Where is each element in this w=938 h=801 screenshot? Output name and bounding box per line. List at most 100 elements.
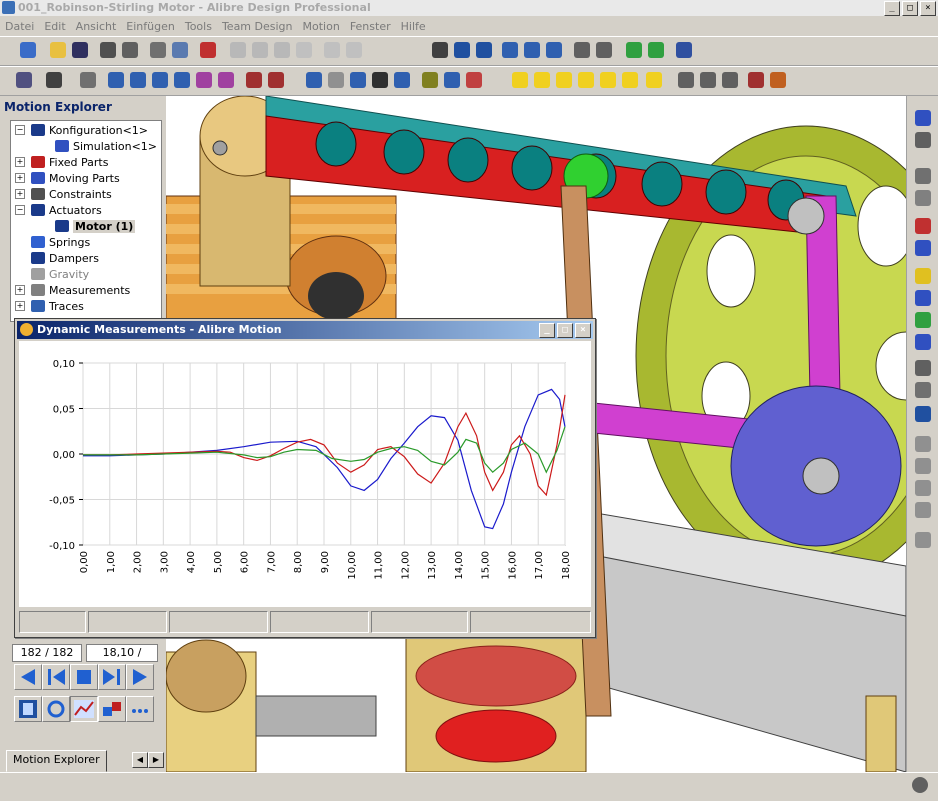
function-tool-icon[interactable] [915,360,931,376]
pan-icon[interactable] [454,42,470,58]
orient-icon[interactable] [152,72,168,88]
tree-item-traces[interactable]: Traces [31,298,84,314]
expand-moving-parts-icon[interactable]: + [15,173,25,183]
tree-item-moving-parts[interactable]: Moving Parts [31,170,120,186]
view-back-icon[interactable] [534,72,550,88]
dialog-maximize-button[interactable]: □ [557,323,573,338]
axis-icon[interactable] [350,72,366,88]
loop-button[interactable] [42,696,70,722]
gravity-tool-icon[interactable] [915,382,931,398]
tree-item-fixed-parts[interactable]: Fixed Parts [31,154,108,170]
tab-scroll-right-icon[interactable]: ▶ [148,752,164,768]
copy-icon[interactable] [252,42,268,58]
measure-icon[interactable] [422,72,438,88]
tree-item-measurements[interactable]: Measurements [31,282,130,298]
rotate-icon[interactable] [476,42,492,58]
record-video-button[interactable] [14,696,42,722]
section-icon[interactable] [466,72,482,88]
save-icon[interactable] [72,42,88,58]
view-cube-icon[interactable] [46,72,62,88]
tree-item-simulation[interactable]: Simulation<1> [55,138,157,154]
tree-item-constraints[interactable]: Constraints [31,186,112,202]
step-forward-button[interactable] [98,664,126,690]
menu-tools[interactable]: Tools [180,20,217,33]
measure-tool-icon[interactable] [915,406,931,422]
expand-measurements-icon[interactable]: + [15,285,25,295]
assembly-icon[interactable] [16,72,32,88]
zoom-window-icon[interactable] [524,42,540,58]
menu-datei[interactable]: Datei [0,20,39,33]
help-tool-icon[interactable] [915,532,931,548]
next-view-icon[interactable] [596,42,612,58]
cut-icon[interactable] [230,42,246,58]
new-icon[interactable] [20,42,36,58]
view-iso-icon[interactable] [646,72,662,88]
body-tool-icon[interactable] [915,168,931,184]
dialog-close-button[interactable]: × [575,323,591,338]
tab-motion-explorer[interactable]: Motion Explorer [6,750,107,772]
report-tool-icon[interactable] [915,458,931,474]
shape-tool-icon[interactable] [915,190,931,206]
sketch-icon[interactable] [306,72,322,88]
collapse-actuators-icon[interactable]: − [15,205,25,215]
tree-item-gravity[interactable]: Gravity [31,266,89,282]
stop-button[interactable] [70,664,98,690]
part-tool-icon[interactable] [915,110,931,126]
graph-button[interactable] [70,696,98,722]
lighting-icon[interactable] [770,72,786,88]
menu-team-design[interactable]: Team Design [217,20,298,33]
menu-motion[interactable]: Motion [298,20,345,33]
trace-button[interactable] [98,696,126,722]
sketch-tool-icon[interactable] [915,132,931,148]
expand-constraints-icon[interactable]: + [15,189,25,199]
line-icon[interactable] [328,72,344,88]
pattern-icon[interactable] [218,72,234,88]
spring-tool-icon[interactable] [915,312,931,328]
options-tool-icon[interactable] [915,502,931,518]
zoom-in-icon[interactable] [502,42,518,58]
rewind-button[interactable] [14,664,42,690]
part-icon[interactable] [676,42,692,58]
menu-edit[interactable]: Edit [39,20,70,33]
dialog-title-bar[interactable]: Dynamic Measurements - Alibre Motion _ □… [17,321,593,339]
explode-icon[interactable] [196,72,212,88]
shaded-icon[interactable] [722,72,738,88]
motion-tool-icon[interactable] [915,218,931,234]
redo-icon[interactable] [346,42,362,58]
tree-item-springs[interactable]: Springs [31,234,90,250]
hidden-lines-icon[interactable] [700,72,716,88]
constraint-tool-icon[interactable] [648,42,664,58]
menu-ansicht[interactable]: Ansicht [71,20,122,33]
pdf-icon[interactable] [200,42,216,58]
print-icon[interactable] [150,42,166,58]
tree-item-konfiguration[interactable]: Konfiguration<1> [31,122,148,138]
mass-properties-icon[interactable] [444,72,460,88]
copy-file-icon[interactable] [100,42,116,58]
expand-traces-icon[interactable]: + [15,301,25,311]
wireframe-icon[interactable] [678,72,694,88]
interference-icon[interactable] [268,72,284,88]
collapse-konfiguration-icon[interactable]: − [15,125,25,135]
close-button[interactable]: × [920,1,936,16]
minimize-button[interactable]: _ [884,1,900,16]
previous-view-icon[interactable] [574,42,590,58]
zoom-fit-icon[interactable] [546,42,562,58]
view-right-icon[interactable] [622,72,638,88]
settings-tool-icon[interactable] [915,480,931,496]
insert-part-icon[interactable] [80,72,96,88]
tree-item-actuators[interactable]: Actuators [31,202,102,218]
view-top-icon[interactable] [556,72,572,88]
menu-hilfe[interactable]: Hilfe [396,20,431,33]
export-tool-icon[interactable] [915,436,931,452]
joint-tool-icon[interactable] [915,290,931,306]
select-arrow-icon[interactable] [432,42,448,58]
delete-icon[interactable] [296,42,312,58]
play-button[interactable] [126,664,154,690]
print-preview-icon[interactable] [172,42,188,58]
actuator-tool-icon[interactable] [915,268,931,284]
maximize-button[interactable]: □ [902,1,918,16]
mate-icon[interactable] [108,72,124,88]
tab-scroll-left-icon[interactable]: ◀ [132,752,148,768]
properties-icon[interactable] [122,42,138,58]
open-folder-icon[interactable] [50,42,66,58]
